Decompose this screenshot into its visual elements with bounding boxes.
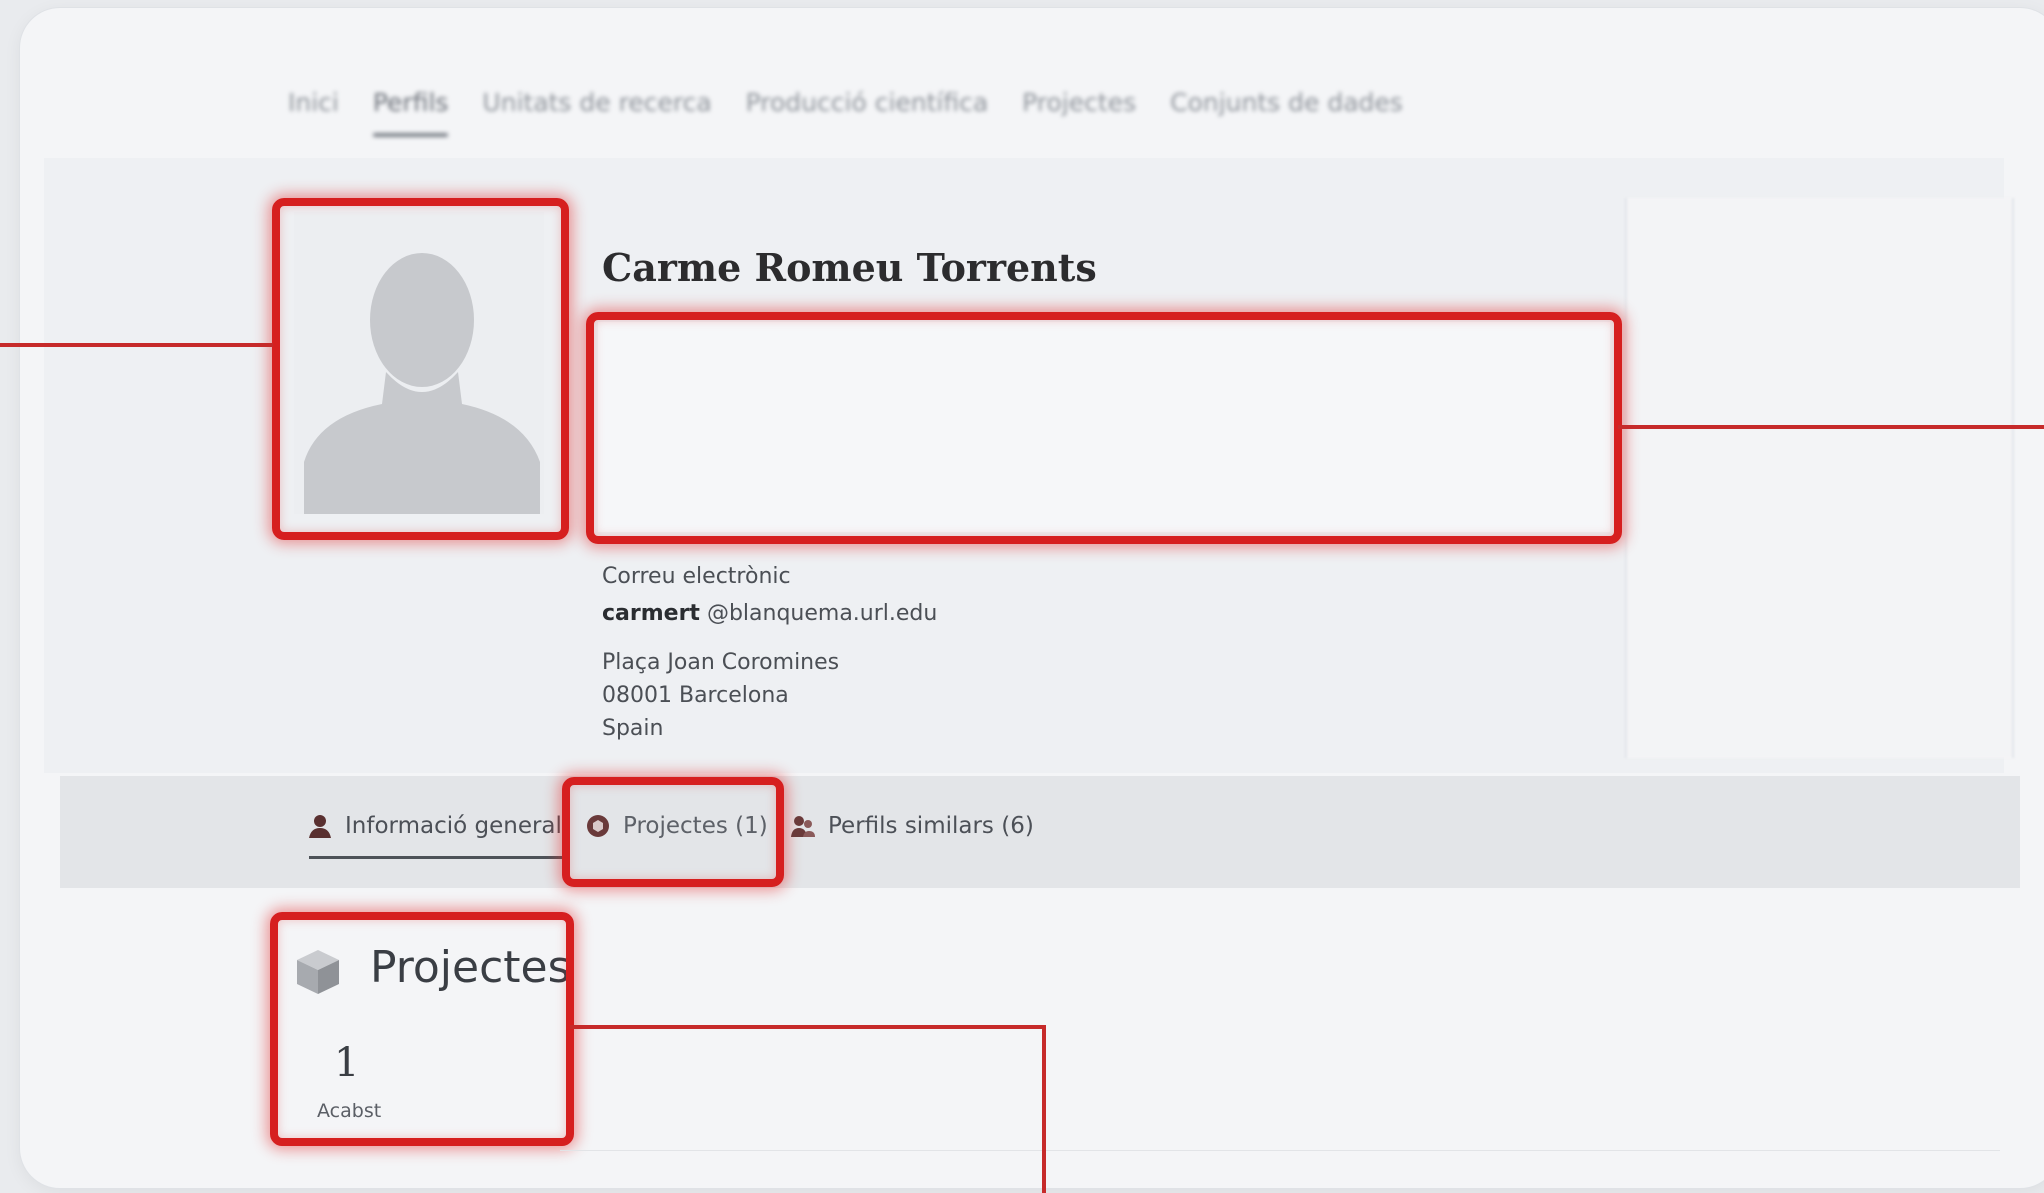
person-icon: [309, 815, 331, 838]
email-user: carmert: [602, 601, 700, 626]
tab-perfils-similars[interactable]: Perfils similars (6): [790, 813, 1034, 839]
email-domain: @blanquema.url.edu: [699, 601, 938, 626]
nav-item-unitats[interactable]: Unitats de recerca: [482, 88, 711, 117]
address-line-2: 08001 Barcelona: [602, 683, 789, 708]
nav-item-projectes[interactable]: Projectes: [1022, 88, 1136, 117]
divider: [560, 1150, 2000, 1151]
profile-name: Carme Romeu Torrents: [602, 245, 1097, 290]
nav-item-produccio[interactable]: Producció científica: [746, 88, 989, 117]
tab-similar-label: Perfils similars (6): [828, 813, 1034, 839]
address-line-3: Spain: [602, 716, 664, 741]
projects-section-highlight: [270, 912, 574, 1146]
avatar-highlight: [272, 198, 569, 540]
description-highlight: [586, 312, 1622, 544]
callout-line-projects-vertical: [1042, 1025, 1046, 1193]
tab-informacio-general[interactable]: Informació general: [307, 813, 564, 859]
people-icon: [791, 816, 815, 837]
callout-line-avatar: [0, 343, 273, 347]
top-navigation: Inici Perfils Unitats de recerca Producc…: [288, 88, 1403, 137]
nav-item-inici[interactable]: Inici: [288, 88, 339, 117]
email-link[interactable]: carmert @blanquema.url.edu: [602, 601, 937, 626]
tab-general-label: Informació general: [345, 813, 562, 839]
side-panel: [1625, 198, 2014, 758]
nav-item-conjunts[interactable]: Conjunts de dades: [1170, 88, 1403, 117]
nav-item-perfils[interactable]: Perfils: [372, 88, 448, 137]
callout-line-description: [1618, 425, 2044, 429]
address-line-1: Plaça Joan Coromines: [602, 650, 840, 675]
projects-tab-highlight: [562, 777, 784, 887]
email-label: Correu electrònic: [602, 564, 791, 589]
callout-line-projects: [570, 1025, 1046, 1029]
